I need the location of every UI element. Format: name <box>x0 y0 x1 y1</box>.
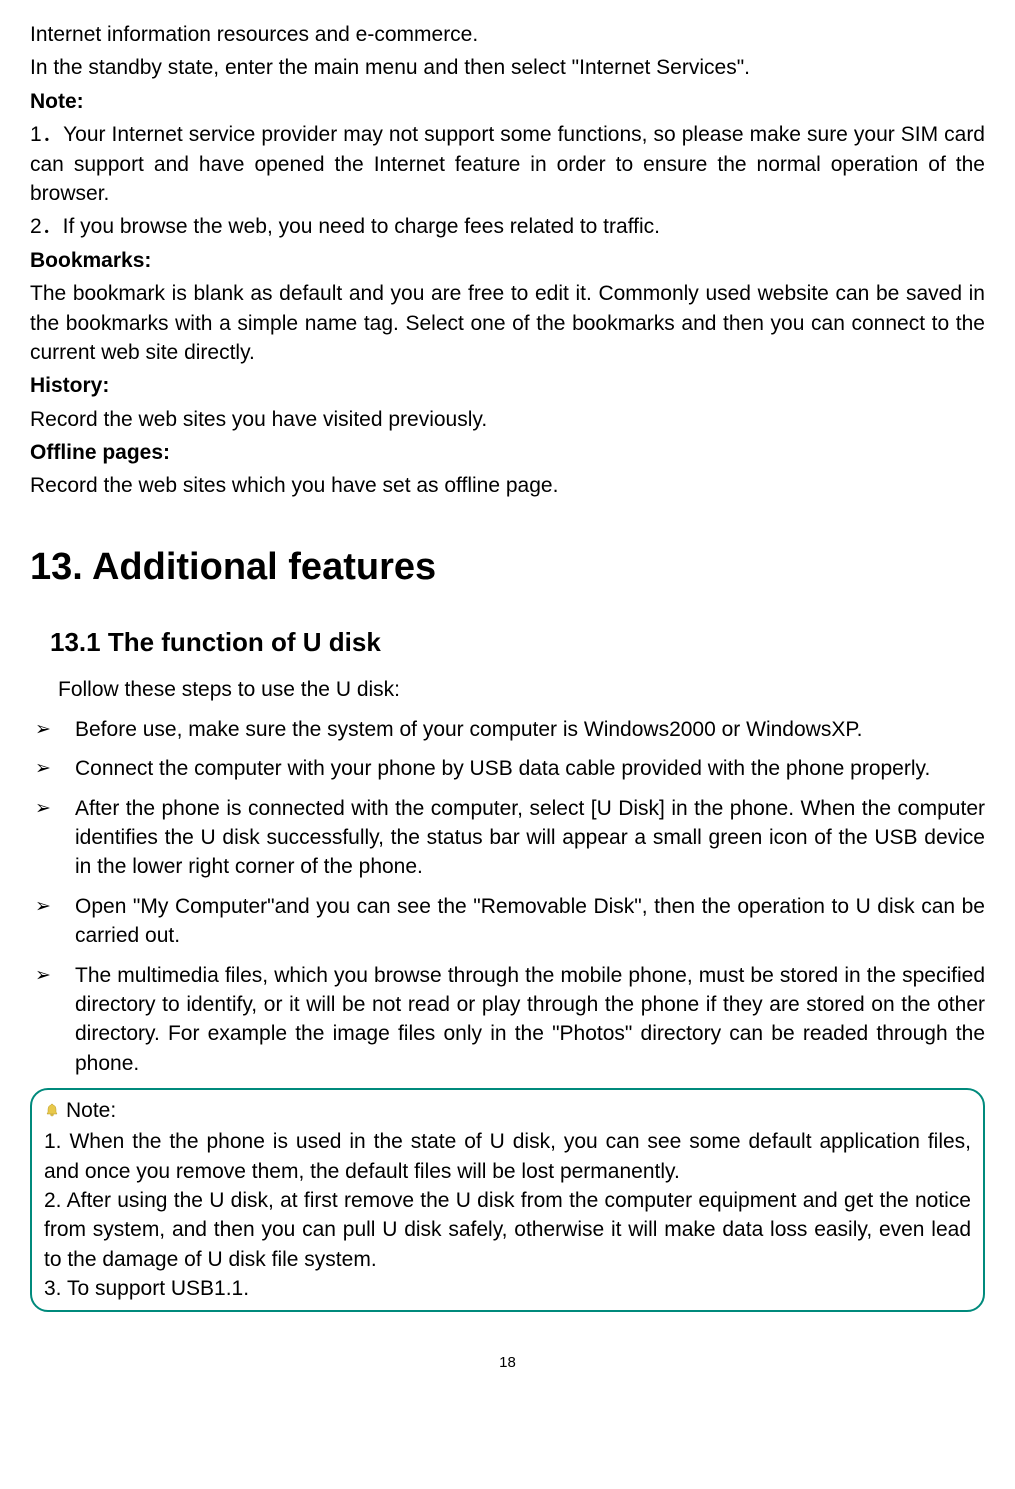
list-item: ➢ After the phone is connected with the … <box>30 794 985 882</box>
list-item: ➢ Before use, make sure the system of yo… <box>30 715 985 744</box>
follow-steps: Follow these steps to use the U disk: <box>58 675 985 704</box>
chevron-right-icon: ➢ <box>35 715 75 744</box>
note-item: 1．Your Internet service provider may not… <box>30 120 985 208</box>
paragraph: In the standby state, enter the main men… <box>30 53 985 82</box>
page-number: 18 <box>30 1352 985 1373</box>
note-box-item: 3. To support USB1.1. <box>44 1274 971 1303</box>
bullet-text: Open "My Computer"and you can see the "R… <box>75 892 985 951</box>
bell-icon <box>44 1103 60 1119</box>
note-box-header: Note: <box>44 1096 971 1127</box>
bullet-list: ➢ Before use, make sure the system of yo… <box>30 715 985 1078</box>
note-box-title: Note: <box>66 1096 116 1125</box>
note-box-item: 1. When the the phone is used in the sta… <box>44 1127 971 1186</box>
note-item: 2．If you browse the web, you need to cha… <box>30 212 985 241</box>
chevron-right-icon: ➢ <box>35 794 75 823</box>
note-label: Note: <box>30 87 985 116</box>
bullet-text: Connect the computer with your phone by … <box>75 754 985 783</box>
heading-2: 13.1 The function of U disk <box>50 624 985 660</box>
heading-1: 13. Additional features <box>30 541 985 594</box>
list-item: ➢ The multimedia files, which you browse… <box>30 961 985 1079</box>
bullet-text: After the phone is connected with the co… <box>75 794 985 882</box>
offline-text: Record the web sites which you have set … <box>30 471 985 500</box>
bookmarks-label: Bookmarks: <box>30 246 985 275</box>
note-box-item: 2. After using the U disk, at first remo… <box>44 1186 971 1274</box>
history-label: History: <box>30 371 985 400</box>
bullet-text: Before use, make sure the system of your… <box>75 715 985 744</box>
paragraph: Internet information resources and e-com… <box>30 20 985 49</box>
chevron-right-icon: ➢ <box>35 961 75 990</box>
list-item: ➢ Open "My Computer"and you can see the … <box>30 892 985 951</box>
chevron-right-icon: ➢ <box>35 754 75 783</box>
bookmarks-text: The bookmark is blank as default and you… <box>30 279 985 367</box>
history-text: Record the web sites you have visited pr… <box>30 405 985 434</box>
offline-label: Offline pages: <box>30 438 985 467</box>
bullet-text: The multimedia files, which you browse t… <box>75 961 985 1079</box>
chevron-right-icon: ➢ <box>35 892 75 921</box>
content: Internet information resources and e-com… <box>30 20 985 1373</box>
list-item: ➢ Connect the computer with your phone b… <box>30 754 985 783</box>
note-box: Note: 1. When the the phone is used in t… <box>30 1088 985 1311</box>
